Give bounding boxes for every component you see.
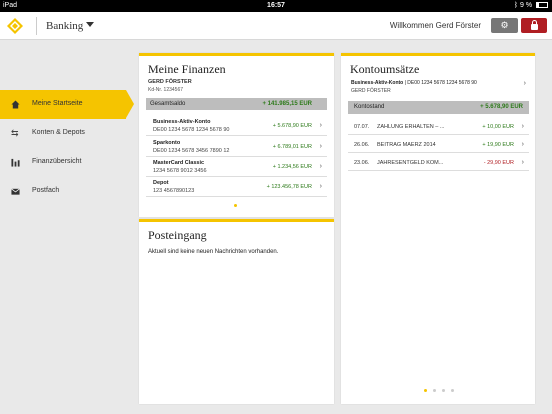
- sidebar-item-label: Finanzübersicht: [32, 158, 82, 165]
- sidebar-item-label: Meine Startseite: [32, 100, 83, 107]
- account-name: Depot: [153, 180, 169, 186]
- chevron-right-icon: ›: [521, 159, 524, 166]
- balance-amount: + 5.678,90 EUR: [480, 104, 523, 110]
- page-indicator-dot[interactable]: [424, 389, 427, 392]
- total-balance-row: Gesamtsaldo + 141.985,15 EUR: [146, 98, 327, 110]
- logout-button[interactable]: [521, 18, 547, 33]
- account-amount: + 6.789,01 EUR: [272, 144, 312, 150]
- chevron-right-icon: ›: [319, 122, 322, 129]
- account-number: 123 4567890123: [153, 188, 195, 194]
- page-indicator-dot[interactable]: [442, 389, 445, 392]
- transaction-date: 23.06.: [354, 160, 370, 166]
- account-row[interactable]: Depot 123 4567890123 + 123.456,78 EUR ›: [146, 177, 327, 197]
- account-number: 1234 5678 9012 3456: [153, 168, 207, 174]
- page-indicator-dot[interactable]: [451, 389, 454, 392]
- account-amount: + 1.234,56 EUR: [272, 164, 312, 170]
- sidebar-item-startseite[interactable]: Meine Startseite: [0, 90, 134, 119]
- sidebar: Meine Startseite ⇆ Konten & Depots Finan…: [0, 90, 134, 206]
- account-row[interactable]: MasterCard Classic 1234 5678 9012 3456 +…: [146, 157, 327, 177]
- total-amount: + 141.985,15 EUR: [262, 101, 312, 107]
- chevron-right-icon: ›: [319, 163, 322, 170]
- transaction-row[interactable]: 07.07. ZAHLUNG ERHALTEN – ... + 10,00 EU…: [348, 118, 529, 135]
- sidebar-item-label: Konten & Depots: [32, 129, 85, 136]
- account-number: DE00 1234 5678 3456 7890 12: [153, 148, 230, 154]
- chevron-right-icon: ›: [521, 123, 524, 130]
- divider: [36, 17, 37, 35]
- gear-icon: ⚙: [500, 20, 509, 30]
- sidebar-item-label: Postfach: [32, 187, 60, 194]
- chevron-right-icon: ›: [319, 143, 322, 150]
- account-iban: | DE00 1234 5678 1234 5678 90: [403, 80, 477, 86]
- status-bar: iPad 16:57 ᛒ 9 %: [0, 0, 552, 12]
- finances-card: Meine Finanzen GERD FÖRSTER Kd-Nr. 12345…: [139, 53, 334, 217]
- envelope-icon: [11, 188, 20, 195]
- page-indicator-dot[interactable]: [433, 389, 436, 392]
- account-row[interactable]: Sparkonto DE00 1234 5678 3456 7890 12 + …: [146, 137, 327, 157]
- page-indicator-dot[interactable]: [234, 204, 237, 207]
- bluetooth-icon: ᛒ: [513, 2, 519, 9]
- total-label: Gesamtsaldo: [150, 101, 186, 107]
- account-number: DE00 1234 5678 1234 5678 90: [153, 127, 230, 133]
- home-icon: [11, 100, 20, 109]
- transaction-text: JAHRESENTGELD KOM...: [377, 160, 444, 166]
- chevron-right-icon[interactable]: ›: [524, 80, 526, 87]
- inbox-empty-message: Aktuell sind keine neuen Nachrichten vor…: [148, 249, 279, 255]
- account-amount: + 5.678,90 EUR: [272, 123, 312, 129]
- transaction-amount: + 19,90 EUR: [482, 142, 514, 148]
- battery-level: 9 %: [519, 2, 533, 9]
- account-name: Business-Aktiv-Konto: [351, 80, 404, 86]
- account-name: Business-Aktiv-Konto: [153, 119, 211, 125]
- card-title: Posteingang: [148, 228, 207, 242]
- transfer-arrows-icon: ⇆: [11, 128, 19, 138]
- inbox-card: Posteingang Aktuell sind keine neuen Nac…: [139, 219, 334, 404]
- chevron-down-icon[interactable]: [86, 22, 94, 27]
- commerzbank-logo: [7, 18, 23, 34]
- sidebar-item-konten-depots[interactable]: ⇆ Konten & Depots: [0, 119, 126, 148]
- clock: 16:57: [267, 2, 285, 9]
- balance-row: Kontostand + 5.678,90 EUR: [348, 101, 529, 114]
- account-name: MasterCard Classic: [153, 160, 205, 166]
- welcome-text: Willkommen Gerd Förster: [389, 21, 481, 30]
- chevron-right-icon: ›: [319, 183, 322, 190]
- battery-indicator: ᛒ 9 %: [514, 2, 548, 9]
- bar-chart-icon: [11, 158, 20, 167]
- transaction-text: ZAHLUNG ERHALTEN – ...: [377, 124, 445, 130]
- account-selector[interactable]: Business-Aktiv-Konto | DE00 1234 5678 12…: [351, 80, 477, 86]
- account-row[interactable]: Business-Aktiv-Konto DE00 1234 5678 1234…: [146, 116, 327, 136]
- top-bar: Banking Willkommen Gerd Förster ⚙: [0, 12, 552, 40]
- transaction-date: 07.07.: [354, 124, 370, 130]
- sidebar-item-finanzuebersicht[interactable]: Finanzübersicht: [0, 148, 126, 177]
- card-title: Meine Finanzen: [148, 62, 226, 76]
- transaction-text: BEITRAG MAERZ 2014: [377, 142, 436, 148]
- transaction-amount: + 10,00 EUR: [482, 124, 514, 130]
- transaction-date: 26.06.: [354, 142, 370, 148]
- card-title: Kontoumsätze: [350, 62, 420, 76]
- owner-name: GERD FÖRSTER: [351, 88, 391, 94]
- account-name: Sparkonto: [153, 140, 181, 146]
- chevron-right-icon: ›: [521, 141, 524, 148]
- sidebar-item-postfach[interactable]: Postfach: [0, 177, 126, 206]
- owner-name: GERD FÖRSTER: [148, 79, 192, 85]
- customer-number: Kd-Nr. 1234567: [148, 87, 184, 93]
- transaction-amount: - 29,90 EUR: [483, 160, 514, 166]
- account-amount: + 123.456,78 EUR: [266, 184, 312, 190]
- transaction-row[interactable]: 23.06. JAHRESENTGELD KOM... - 29,90 EUR …: [348, 154, 529, 171]
- app-title[interactable]: Banking: [46, 20, 83, 32]
- transaction-row[interactable]: 26.06. BEITRAG MAERZ 2014 + 19,90 EUR ›: [348, 136, 529, 153]
- battery-icon: [536, 2, 548, 8]
- transactions-card: Kontoumsätze Business-Aktiv-Konto | DE00…: [341, 53, 535, 404]
- balance-label: Kontostand: [354, 104, 385, 110]
- settings-button[interactable]: ⚙: [491, 18, 518, 33]
